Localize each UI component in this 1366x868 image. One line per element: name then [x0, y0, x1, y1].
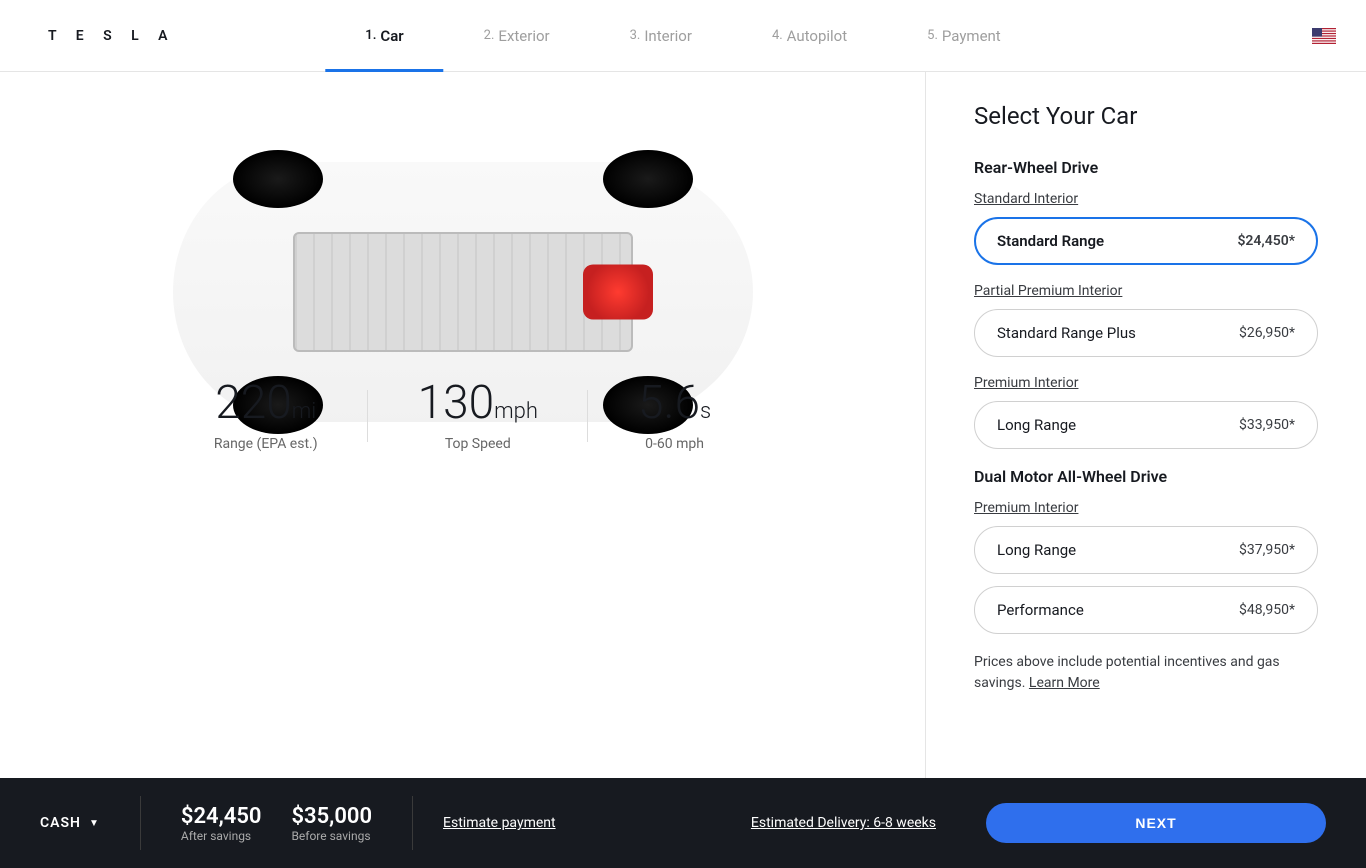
tesla-logo[interactable]: T E S L A — [48, 28, 176, 44]
header: T E S L A 1.Car 2.Exterior 3.Interior 4.… — [0, 0, 1366, 72]
estimate-payment-link[interactable]: Estimate payment — [443, 815, 556, 831]
panel-title: Select Your Car — [974, 102, 1318, 130]
stat-range: 220mi Range (EPA est.) — [164, 380, 368, 452]
option-standard-range-plus[interactable]: Standard Range Plus $26,950* — [974, 309, 1318, 357]
config-tabs: 1.Car 2.Exterior 3.Interior 4.Autopilot … — [325, 0, 1040, 72]
price-before-savings: $35,000 Before savings — [291, 804, 372, 843]
price-after-savings: $24,450 After savings — [181, 804, 262, 843]
stat-topspeed: 130mph Top Speed — [368, 380, 588, 452]
footer-bar: CASH ▼ $24,450 After savings $35,000 Bef… — [0, 778, 1366, 868]
spec-stats: 220mi Range (EPA est.) 130mph Top Speed … — [40, 380, 885, 452]
interior-premium-awd[interactable]: Premium Interior — [974, 500, 1078, 516]
option-long-range-rwd[interactable]: Long Range $33,950* — [974, 401, 1318, 449]
interior-standard[interactable]: Standard Interior — [974, 191, 1078, 207]
tab-interior[interactable]: 3.Interior — [590, 0, 732, 72]
visualization-panel: 220mi Range (EPA est.) 130mph Top Speed … — [0, 72, 926, 778]
learn-more-link[interactable]: Learn More — [1029, 675, 1100, 691]
tab-exterior[interactable]: 2.Exterior — [444, 0, 590, 72]
tab-car[interactable]: 1.Car — [325, 0, 443, 72]
option-performance[interactable]: Performance $48,950* — [974, 586, 1318, 634]
payment-type-selector[interactable]: CASH ▼ — [40, 796, 141, 850]
us-flag-icon[interactable] — [1312, 28, 1336, 44]
car-chassis-image: 220mi Range (EPA est.) 130mph Top Speed … — [40, 102, 885, 482]
interior-partial-premium[interactable]: Partial Premium Interior — [974, 283, 1122, 299]
tab-payment[interactable]: 5.Payment — [887, 0, 1041, 72]
chevron-down-icon: ▼ — [89, 818, 100, 829]
stat-acceleration: 5.6s 0-60 mph — [588, 380, 761, 452]
drive-heading-awd: Dual Motor All-Wheel Drive — [974, 467, 1318, 486]
tab-autopilot[interactable]: 4.Autopilot — [732, 0, 887, 72]
estimated-delivery-link[interactable]: Estimated Delivery: 6-8 weeks — [751, 815, 936, 831]
pricing-disclaimer: Prices above include potential incentive… — [974, 652, 1318, 694]
main-content: 220mi Range (EPA est.) 130mph Top Speed … — [0, 72, 1366, 778]
option-standard-range[interactable]: Standard Range $24,450* — [974, 217, 1318, 265]
price-summary: $24,450 After savings $35,000 Before sav… — [141, 796, 413, 850]
config-panel: Select Your Car Rear-Wheel Drive Standar… — [926, 72, 1366, 778]
interior-premium-rwd[interactable]: Premium Interior — [974, 375, 1078, 391]
drive-heading-rwd: Rear-Wheel Drive — [974, 158, 1318, 177]
next-button[interactable]: NEXT — [986, 803, 1326, 843]
option-long-range-awd[interactable]: Long Range $37,950* — [974, 526, 1318, 574]
